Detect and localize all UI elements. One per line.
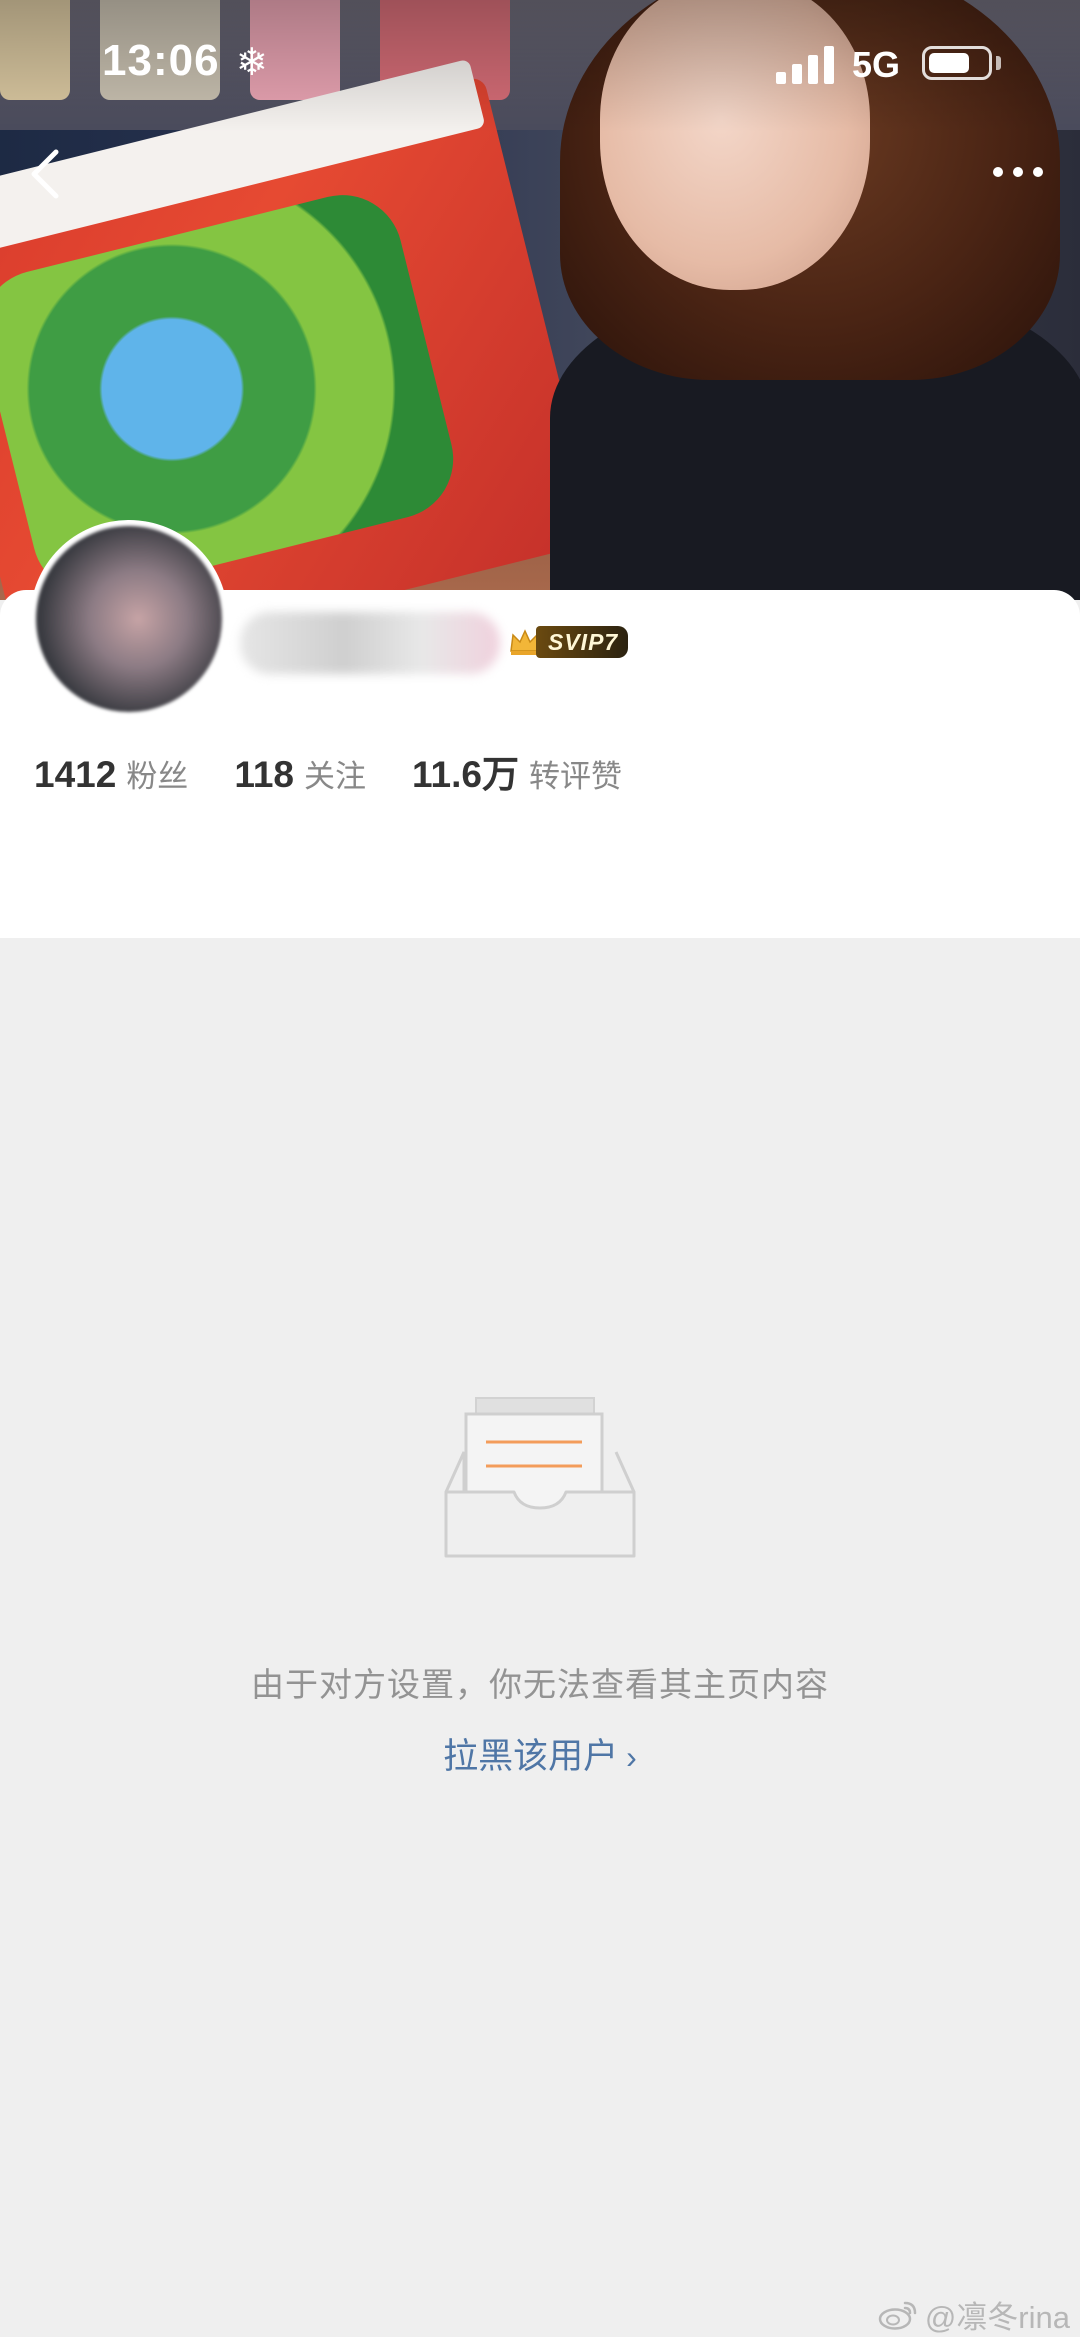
stat-value: 1412 [34,754,117,795]
vip-label: SVIP7 [536,626,629,658]
avatar-image [36,526,222,712]
block-user-link[interactable]: 拉黑该用户 › [0,1728,1080,1779]
stat-following[interactable]: 118 关注 [234,751,366,796]
stat-value: 118 [234,754,295,795]
stat-label: 转评赞 [529,759,622,794]
snowflake-icon: ❄ [236,42,268,84]
vip-badge[interactable]: SVIP7 [508,624,629,660]
battery-icon [922,46,992,80]
block-user-label: 拉黑该用户 [443,1737,619,1776]
stat-followers[interactable]: 1412 粉丝 [34,751,188,796]
status-bar: 13:06 ❄ 5G [0,0,1080,130]
back-arrow-icon[interactable] [22,146,70,202]
battery-fill [929,53,969,73]
restricted-message: 由于对方设置，你无法查看其主页内容 [251,1666,829,1703]
avatar[interactable] [30,520,228,718]
stat-value: 11.6万 [412,754,519,795]
stat-interactions[interactable]: 11.6万 转评赞 [412,744,622,798]
empty-inbox-icon [444,1397,636,1558]
network-label: 5G [852,44,901,85]
profile-stats: 1412 粉丝 118 关注 11.6万 转评赞 [34,744,668,798]
stat-label: 关注 [304,759,367,794]
username [240,612,500,674]
watermark: @凛冬rina [877,2292,1070,2337]
stat-label: 粉丝 [126,759,189,794]
chevron-right-icon: › [626,1739,637,1775]
status-time: 13:06 [102,36,220,85]
more-dots-icon[interactable] [990,160,1046,184]
signal-icon [776,44,834,84]
weibo-icon [878,2301,917,2330]
battery-tip [996,56,1001,70]
watermark-text: @凛冬rina [924,2300,1070,2335]
